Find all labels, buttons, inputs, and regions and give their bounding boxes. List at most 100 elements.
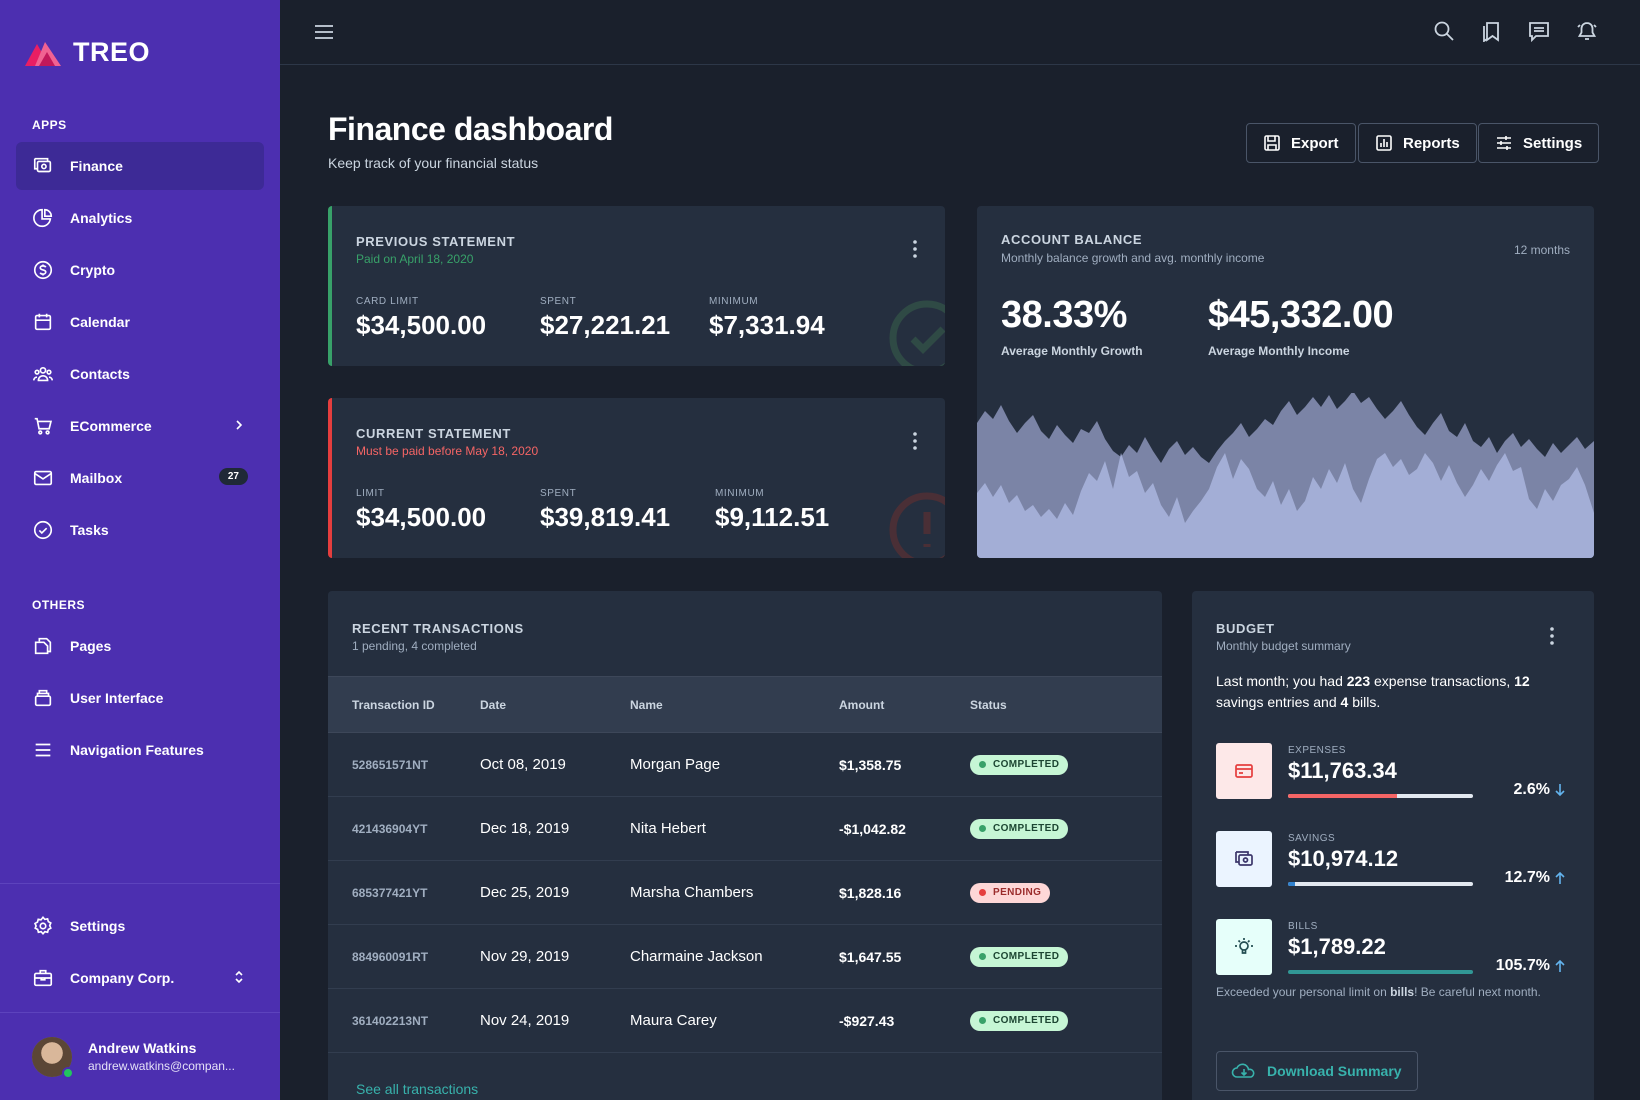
more-vertical-icon[interactable] [1550, 627, 1554, 645]
sidebar-item-label: Mailbox [70, 470, 123, 486]
table-row[interactable]: 528651571NT Oct 08, 2019 Morgan Page $1,… [328, 732, 1162, 797]
budget-row-expenses: EXPENSES $11,763.34 2.6% [1216, 743, 1566, 799]
transaction-amount: -$1,042.82 [839, 796, 970, 861]
table-header-row: Transaction ID Date Name Amount Status [328, 676, 1162, 733]
card-subtitle: Monthly balance growth and avg. monthly … [1001, 251, 1265, 265]
statement-status: Paid on April 18, 2020 [356, 252, 474, 266]
sidebar-item-tasks[interactable]: Tasks [16, 506, 264, 554]
transaction-name: Charmaine Jackson [630, 924, 839, 989]
sidebar-item-pages[interactable]: Pages [16, 622, 264, 670]
budget-card: BUDGET Monthly budget summary Last month… [1192, 591, 1594, 1100]
search-icon[interactable] [1433, 20, 1455, 42]
column-header-status[interactable]: Status [970, 676, 1162, 733]
user-profile[interactable]: Andrew Watkins andrew.watkins@compan... [0, 1012, 280, 1100]
more-vertical-icon[interactable] [913, 432, 917, 450]
transaction-id: 884960091RT [328, 924, 480, 989]
field-label: MINIMUM [715, 488, 765, 499]
column-header-date[interactable]: Date [480, 676, 630, 733]
range-label[interactable]: 12 months [1514, 243, 1570, 257]
hamburger-menu-icon[interactable] [314, 22, 334, 42]
sidebar: TREO APPS Finance Analytics Crypto Calen… [0, 0, 280, 1100]
card-title: RECENT TRANSACTIONS [352, 621, 524, 636]
settings-button[interactable]: Settings [1478, 123, 1600, 163]
mailbox-count-badge: 27 [218, 468, 248, 485]
brand[interactable]: TREO [0, 0, 280, 104]
chevron-right-icon [236, 420, 243, 430]
transaction-id: 421436904YT [328, 796, 480, 861]
sidebar-item-label: Navigation Features [70, 742, 204, 758]
page-title: Finance dashboard [328, 111, 613, 147]
field-label: SPENT [540, 488, 577, 499]
sidebar-item-label: Crypto [70, 262, 116, 278]
reports-button[interactable]: Reports [1358, 123, 1477, 163]
chat-icon[interactable] [1528, 20, 1550, 42]
download-summary-label: Download Summary [1267, 1063, 1402, 1079]
status-text: COMPLETED [993, 823, 1060, 834]
status-text: COMPLETED [993, 1015, 1060, 1026]
finance-icon [32, 155, 54, 177]
budget-progress-fill [1288, 882, 1296, 886]
sidebar-item-navigation-features[interactable]: Navigation Features [16, 726, 264, 774]
sidebar-item-label: Company Corp. [70, 970, 175, 986]
sidebar-item-crypto[interactable]: Crypto [16, 246, 264, 294]
sidebar-item-company[interactable]: Company Corp. [16, 954, 264, 1002]
field-value: $34,500.00 [356, 502, 487, 532]
status-badge: COMPLETED [970, 754, 1069, 775]
sidebar-item-label: User Interface [70, 690, 164, 706]
budget-percent: 12.7% [1504, 869, 1550, 886]
more-vertical-icon[interactable] [913, 240, 917, 258]
column-header-name[interactable]: Name [630, 676, 839, 733]
budget-percent: 105.7% [1495, 957, 1550, 974]
minimum-field: MINIMUM $7,331.94 [709, 296, 825, 341]
page-subtitle: Keep track of your financial status [328, 155, 539, 171]
sidebar-item-analytics[interactable]: Analytics [16, 194, 264, 242]
sidebar-item-contacts[interactable]: Contacts [16, 350, 264, 398]
table-row[interactable]: 884960091RT Nov 29, 2019 Charmaine Jacks… [328, 924, 1162, 989]
note-text: ! Be careful next month. [1414, 985, 1541, 999]
brand-name: TREO [73, 36, 151, 67]
status-badge: COMPLETED [970, 818, 1069, 839]
table-row[interactable]: 421436904YT Dec 18, 2019 Nita Hebert -$1… [328, 796, 1162, 861]
field-label: MINIMUM [709, 296, 759, 307]
status-badge: COMPLETED [970, 1010, 1069, 1031]
sidebar-item-ecommerce[interactable]: ECommerce [16, 402, 264, 450]
see-all-transactions-link[interactable]: See all transactions [356, 1081, 478, 1097]
user-email: andrew.watkins@compan... [88, 1059, 235, 1073]
transaction-id: 685377421YT [328, 860, 480, 925]
briefcase-icon [32, 967, 54, 989]
field-value: $27,221.21 [540, 310, 671, 340]
download-summary-button[interactable]: Download Summary [1216, 1051, 1418, 1091]
export-button[interactable]: Export [1246, 123, 1356, 163]
budget-progress-bar [1288, 970, 1473, 974]
contacts-icon [32, 363, 54, 385]
sidebar-item-user-interface[interactable]: User Interface [16, 674, 264, 722]
budget-label: EXPENSES [1288, 745, 1346, 756]
sidebar-item-calendar[interactable]: Calendar [16, 298, 264, 346]
expense-count: 223 [1346, 673, 1371, 689]
table-row[interactable]: 685377421YT Dec 25, 2019 Marsha Chambers… [328, 860, 1162, 925]
budget-progress-fill [1288, 970, 1473, 974]
column-header-id[interactable]: Transaction ID [328, 676, 480, 733]
status-dot [979, 1017, 986, 1024]
bell-icon[interactable] [1576, 20, 1598, 42]
table-row[interactable]: 361402213NT Nov 24, 2019 Maura Carey -$9… [328, 988, 1162, 1053]
bookmark-icon[interactable] [1480, 20, 1502, 42]
transaction-name: Marsha Chambers [630, 860, 839, 925]
sidebar-item-mailbox[interactable]: Mailbox 27 [16, 454, 264, 502]
budget-progress-bar [1288, 794, 1473, 798]
account-balance-card: ACCOUNT BALANCE Monthly balance growth a… [977, 206, 1594, 558]
calendar-icon [32, 311, 54, 333]
sidebar-footer-divider: Settings Company Corp. [0, 883, 280, 1002]
transaction-status-cell: COMPLETED [970, 732, 1162, 797]
transaction-amount: $1,647.55 [839, 924, 970, 989]
sidebar-item-label: Pages [70, 638, 112, 654]
field-value: $34,500.00 [356, 310, 487, 340]
transaction-name: Nita Hebert [630, 796, 839, 861]
arrow-up-icon [1555, 959, 1565, 972]
sidebar-item-finance[interactable]: Finance [16, 142, 264, 190]
sidebar-item-settings[interactable]: Settings [16, 902, 264, 950]
budget-value: $11,763.34 [1288, 758, 1397, 783]
column-header-amount[interactable]: Amount [839, 676, 970, 733]
growth-value: 38.33% [1001, 294, 1127, 336]
budget-icon-box [1216, 743, 1272, 799]
